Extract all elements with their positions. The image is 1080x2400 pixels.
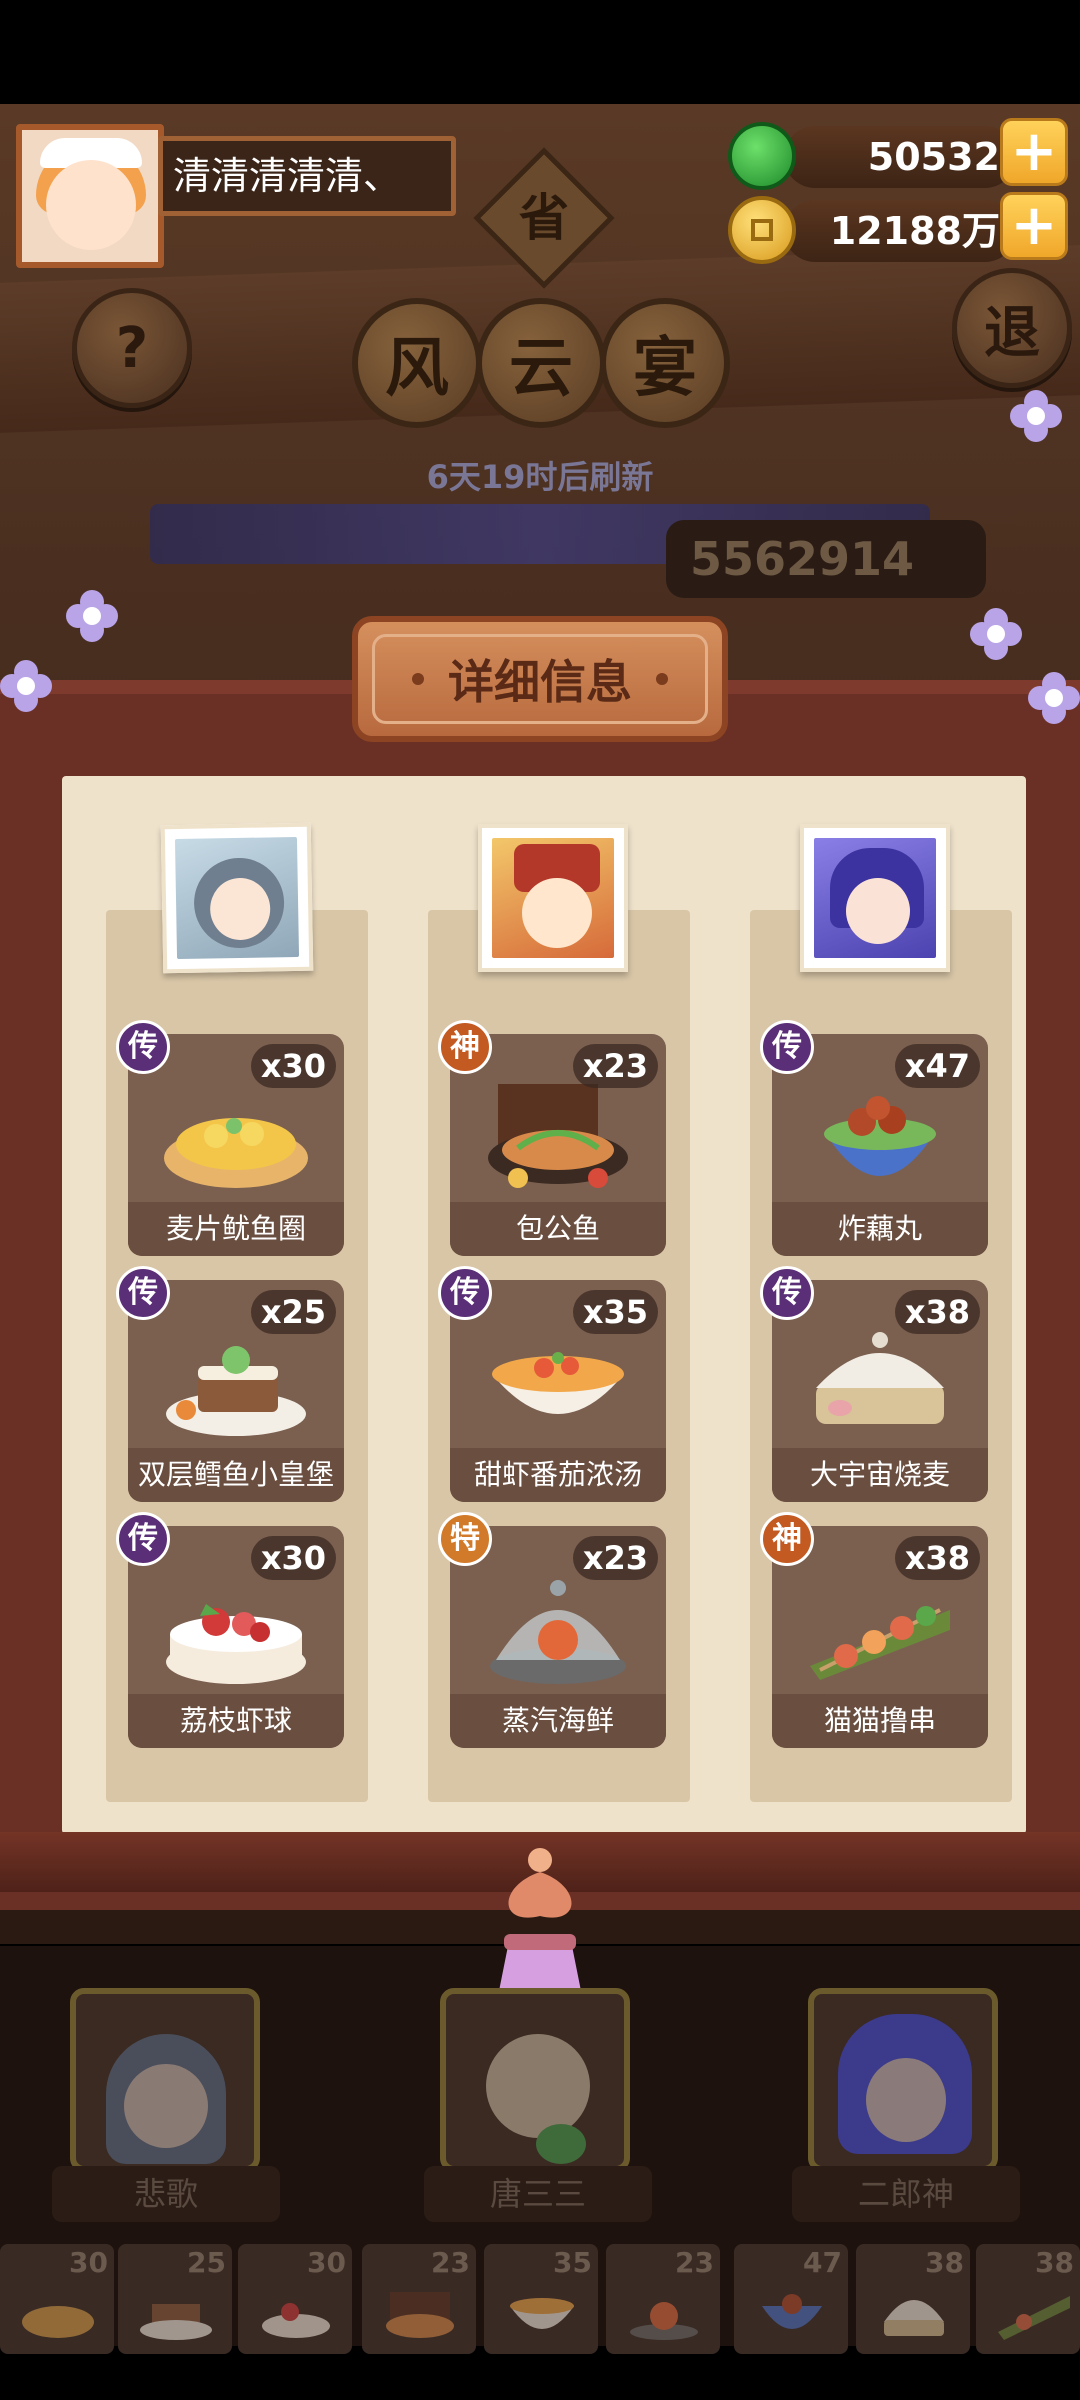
rarity-badge: 传 xyxy=(760,1020,814,1074)
exit-button[interactable]: 退 xyxy=(952,268,1072,388)
tray-dish-slot[interactable]: 23 xyxy=(362,2244,476,2354)
player-name: 清清清清清、 xyxy=(158,136,456,216)
tray-dish-slot[interactable]: 25 xyxy=(118,2244,232,2354)
flower-decoration xyxy=(1028,672,1080,724)
tray-dish-slot[interactable]: 47 xyxy=(734,2244,848,2354)
hero-name: 二郎神 xyxy=(792,2166,1020,2222)
event-title-char-3: 宴 xyxy=(600,298,730,428)
dish-name: 炸藕丸 xyxy=(772,1202,988,1256)
flower-decoration xyxy=(66,590,118,642)
hero-card-3[interactable] xyxy=(808,1988,998,2172)
dish-name: 猫猫撸串 xyxy=(772,1694,988,1748)
rarity-badge: 传 xyxy=(438,1266,492,1320)
chef-portrait-3[interactable] xyxy=(800,824,950,972)
event-title-char-2: 云 xyxy=(476,298,606,428)
hero-name: 唐三三 xyxy=(424,2166,652,2222)
coin-balance: 12188万 xyxy=(784,200,1016,262)
dish-name: 双层鳕鱼小皇堡 xyxy=(128,1448,344,1502)
modal-title: 详细信息 xyxy=(448,655,632,709)
dish-name: 麦片鱿鱼圈 xyxy=(128,1202,344,1256)
rarity-badge: 神 xyxy=(438,1020,492,1074)
tray-dish-slot[interactable]: 23 xyxy=(606,2244,720,2354)
tray-dish-slot[interactable]: 30 xyxy=(0,2244,114,2354)
dish-count: x47 xyxy=(894,1044,980,1088)
rarity-badge: 传 xyxy=(116,1020,170,1074)
help-button[interactable]: ? xyxy=(72,288,192,408)
dish-image xyxy=(166,1604,306,1684)
tray-dish-slot[interactable]: 38 xyxy=(856,2244,970,2354)
hero-card-1[interactable] xyxy=(70,1988,260,2172)
dish-image xyxy=(824,1096,936,1176)
dish-count: x35 xyxy=(572,1290,658,1334)
refresh-timer: 6天19时后刷新 xyxy=(426,458,654,496)
hero-name: 悲歌 xyxy=(52,2166,280,2222)
rarity-badge: 特 xyxy=(438,1512,492,1566)
dish-count: x25 xyxy=(250,1290,336,1334)
tray-dish-slot[interactable]: 35 xyxy=(484,2244,598,2354)
dish-count: x23 xyxy=(572,1536,658,1580)
add-jade-button[interactable]: + xyxy=(1000,118,1068,186)
chef-portrait-2[interactable] xyxy=(478,824,628,972)
dish-image xyxy=(164,1118,308,1188)
dish-count: x30 xyxy=(250,1044,336,1088)
jade-icon xyxy=(728,122,796,190)
dish-image xyxy=(166,1346,306,1436)
question-icon: ? xyxy=(115,315,149,381)
dish-image xyxy=(492,1352,624,1414)
dish-count: x38 xyxy=(894,1290,980,1334)
coin-icon xyxy=(728,196,796,264)
hero-card-2[interactable] xyxy=(440,1988,630,2172)
dish-name: 蒸汽海鲜 xyxy=(450,1694,666,1748)
add-coin-button[interactable]: + xyxy=(1000,192,1068,260)
dish-count: x30 xyxy=(250,1536,336,1580)
dish-name: 荔枝虾球 xyxy=(128,1694,344,1748)
rarity-badge: 神 xyxy=(760,1512,814,1566)
tray-dish-slot[interactable]: 30 xyxy=(238,2244,352,2354)
flower-decoration xyxy=(970,608,1022,660)
event-title-char-1: 风 xyxy=(352,298,482,428)
rarity-badge: 传 xyxy=(116,1266,170,1320)
exit-label: 退 xyxy=(984,300,1040,366)
event-score: 5562914 xyxy=(666,520,986,598)
tray-dish-slot[interactable]: 38 xyxy=(976,2244,1080,2354)
chef-portrait-1[interactable] xyxy=(160,822,314,974)
dish-name: 大宇宙烧麦 xyxy=(772,1448,988,1502)
dish-name: 甜虾番茄浓汤 xyxy=(450,1448,666,1502)
dish-count: x23 xyxy=(572,1044,658,1088)
tassel-ornament xyxy=(498,1848,582,1996)
rarity-badge: 传 xyxy=(760,1266,814,1320)
dish-image xyxy=(490,1580,626,1684)
dish-image xyxy=(488,1084,628,1188)
dish-image xyxy=(810,1606,950,1680)
dish-count: x38 xyxy=(894,1536,980,1580)
flower-decoration xyxy=(1010,390,1062,442)
jade-balance: 50532 xyxy=(784,126,1016,188)
dish-image xyxy=(816,1332,944,1424)
rarity-badge: 传 xyxy=(116,1512,170,1566)
dish-name: 包公鱼 xyxy=(450,1202,666,1256)
flower-decoration xyxy=(0,660,52,712)
modal-title-plaque: 详细信息 xyxy=(352,616,728,742)
player-avatar[interactable] xyxy=(16,124,164,268)
